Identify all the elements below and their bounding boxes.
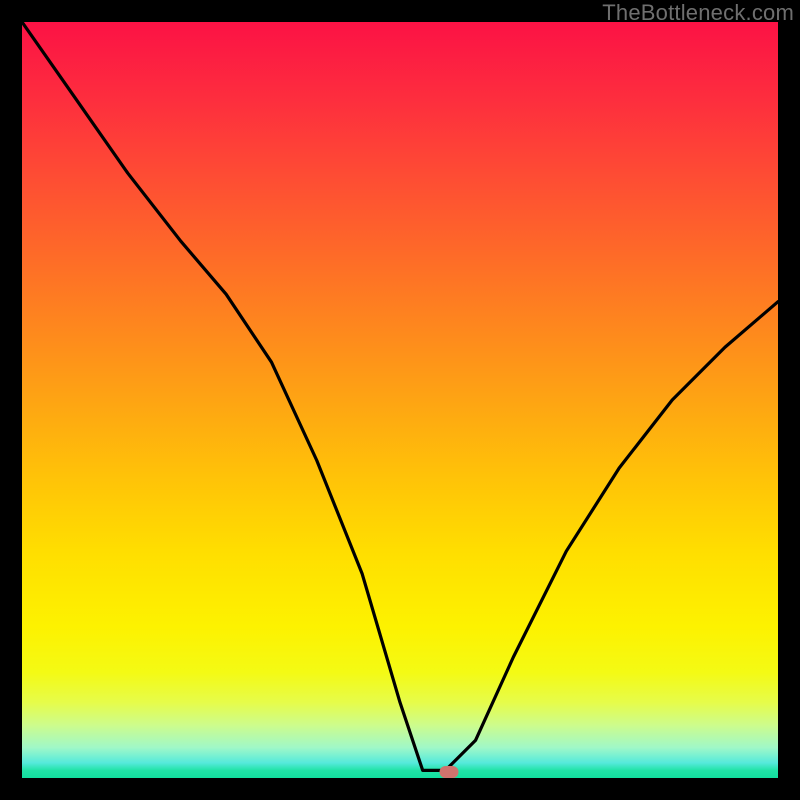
plot-area bbox=[22, 22, 778, 778]
bottleneck-curve bbox=[22, 22, 778, 778]
optimal-point-marker bbox=[440, 766, 459, 778]
chart-frame: TheBottleneck.com bbox=[0, 0, 800, 800]
watermark-text: TheBottleneck.com bbox=[602, 0, 794, 26]
